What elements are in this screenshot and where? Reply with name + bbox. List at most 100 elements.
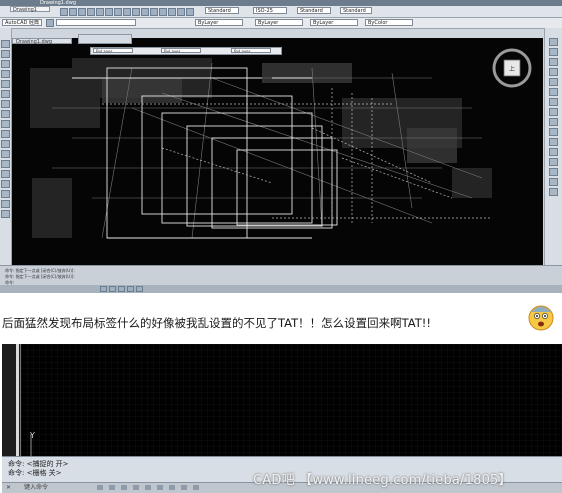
paste-icon[interactable] (123, 8, 131, 16)
drawing-geometry (30, 58, 492, 239)
circle-icon[interactable] (1, 100, 10, 108)
dim-style-dropdown[interactable]: ISO-25 (253, 7, 287, 14)
color-dropdown[interactable]: ByLayer (195, 19, 243, 26)
layers-toolbar: AutoCAD 经典 ByLayer ByLayer ByLayer ByCol… (0, 18, 562, 29)
rotate-icon[interactable] (549, 98, 558, 106)
cut-icon[interactable] (105, 8, 113, 16)
scrollbar[interactable] (16, 344, 19, 456)
layer-dropdown[interactable] (56, 19, 136, 26)
floating-toolbar[interactable] (78, 34, 132, 44)
workspace-dropdown[interactable]: AutoCAD 经典 (2, 19, 42, 26)
array-icon[interactable] (549, 78, 558, 86)
design-center-icon[interactable] (186, 8, 194, 16)
undo-icon[interactable] (132, 8, 140, 16)
line-icon[interactable] (1, 40, 10, 48)
layer-manager-icon[interactable] (46, 19, 54, 27)
spline-icon[interactable] (1, 120, 10, 128)
watermark: CAD吧 【www.lineeg.com/tieba/1805】 (253, 473, 512, 488)
command-window[interactable]: 命令: 指定下一点或 [闭合(C)/放弃(U)]: 命令: 指定下一点或 [闭合… (0, 265, 562, 286)
ortho-toggle-icon[interactable] (118, 286, 125, 292)
new-icon[interactable] (60, 8, 68, 16)
mirror-icon[interactable] (549, 58, 558, 66)
model-space-canvas[interactable] (21, 344, 562, 456)
chamfer-icon[interactable] (549, 168, 558, 176)
zoom-icon[interactable] (159, 8, 167, 16)
print-icon[interactable] (87, 8, 95, 16)
lineweight-icon[interactable] (169, 485, 175, 490)
erase-icon[interactable] (549, 38, 558, 46)
command-history-line: 命令: <栅格 关> (8, 469, 62, 477)
preview-icon[interactable] (96, 8, 104, 16)
break-icon[interactable] (549, 148, 558, 156)
zoom-window-icon[interactable] (168, 8, 176, 16)
ortho-icon[interactable] (133, 485, 139, 490)
post-text: 后面猛然发现布局标签什么的好像被我乱设置的不见了TAT！！怎么设置回来啊TAT!… (2, 316, 431, 330)
mleader-style-dropdown[interactable]: Standard (340, 7, 372, 14)
polyline-icon[interactable] (1, 60, 10, 68)
arc-icon[interactable] (1, 90, 10, 98)
viewcube-compass-icon[interactable]: 上 · (490, 46, 534, 90)
hatch-icon[interactable] (1, 170, 10, 178)
properties-strip: ByLayer ByLayer ByLayer (90, 47, 282, 55)
workspace-icon[interactable] (193, 485, 199, 490)
grid-icon[interactable] (109, 485, 115, 490)
save-icon[interactable] (78, 8, 86, 16)
revcloud-icon[interactable] (1, 110, 10, 118)
join-icon[interactable] (549, 158, 558, 166)
strip-dropdown-2[interactable]: ByLayer (161, 48, 201, 53)
strip-dropdown-3[interactable]: ByLayer (231, 48, 271, 53)
osnap-toggle-icon[interactable] (136, 286, 143, 292)
copy-icon[interactable] (114, 8, 122, 16)
strip-dropdown-1[interactable]: ByLayer (93, 48, 133, 53)
linetype-dropdown[interactable]: ByLayer (255, 19, 303, 26)
status-bar (0, 285, 562, 293)
copy-object-icon[interactable] (549, 48, 558, 56)
fillet-icon[interactable] (549, 178, 558, 186)
offset-icon[interactable] (549, 68, 558, 76)
snap-icon[interactable] (121, 485, 127, 490)
make-block-icon[interactable] (1, 150, 10, 158)
gradient-icon[interactable] (1, 180, 10, 188)
region-icon[interactable] (1, 190, 10, 198)
text-style-dropdown[interactable]: Standard (205, 7, 239, 14)
polar-toggle-icon[interactable] (127, 286, 134, 292)
redo-icon[interactable] (141, 8, 149, 16)
polygon-icon[interactable] (1, 70, 10, 78)
explode-icon[interactable] (549, 188, 558, 196)
table-icon[interactable] (1, 200, 10, 208)
grid-geometry (21, 344, 562, 456)
scale-icon[interactable] (549, 108, 558, 116)
rectangle-icon[interactable] (1, 80, 10, 88)
top-screenshot: Drawing1.dwg Standard ISO-25 Standard St… (0, 0, 562, 293)
model-icon[interactable] (97, 485, 103, 490)
open-icon[interactable] (69, 8, 77, 16)
ellipse-icon[interactable] (1, 130, 10, 138)
osnap-icon[interactable] (157, 485, 163, 490)
trim-icon[interactable] (549, 128, 558, 136)
svg-text:·: · (511, 47, 512, 52)
plotstyle-dropdown[interactable]: ByColor (365, 19, 413, 26)
insert-block-icon[interactable] (1, 140, 10, 148)
viewcube-face-label: 上 (509, 65, 515, 73)
snap-toggle-icon[interactable] (100, 286, 107, 292)
left-panel (2, 344, 21, 456)
table-style-dropdown[interactable]: Standard (297, 7, 331, 14)
construction-line-icon[interactable] (1, 50, 10, 58)
polar-icon[interactable] (145, 485, 151, 490)
mtext-icon[interactable] (1, 210, 10, 218)
properties-icon[interactable] (177, 8, 185, 16)
document-tab[interactable]: Drawing1 (10, 6, 50, 13)
move-icon[interactable] (549, 88, 558, 96)
command-history-line: 命令: <捕捉的 开> (8, 460, 69, 468)
command-input[interactable]: 键入命令 (24, 484, 48, 492)
annotation-icon[interactable] (181, 485, 187, 490)
drawing-window-tab[interactable]: Drawing1.dwg (12, 38, 72, 45)
drawing-canvas[interactable] (12, 38, 543, 265)
pan-icon[interactable] (150, 8, 158, 16)
lineweight-dropdown[interactable]: ByLayer (310, 19, 358, 26)
stretch-icon[interactable] (549, 118, 558, 126)
close-icon[interactable]: ✕ (6, 484, 11, 492)
point-icon[interactable] (1, 160, 10, 168)
grid-toggle-icon[interactable] (109, 286, 116, 292)
extend-icon[interactable] (549, 138, 558, 146)
